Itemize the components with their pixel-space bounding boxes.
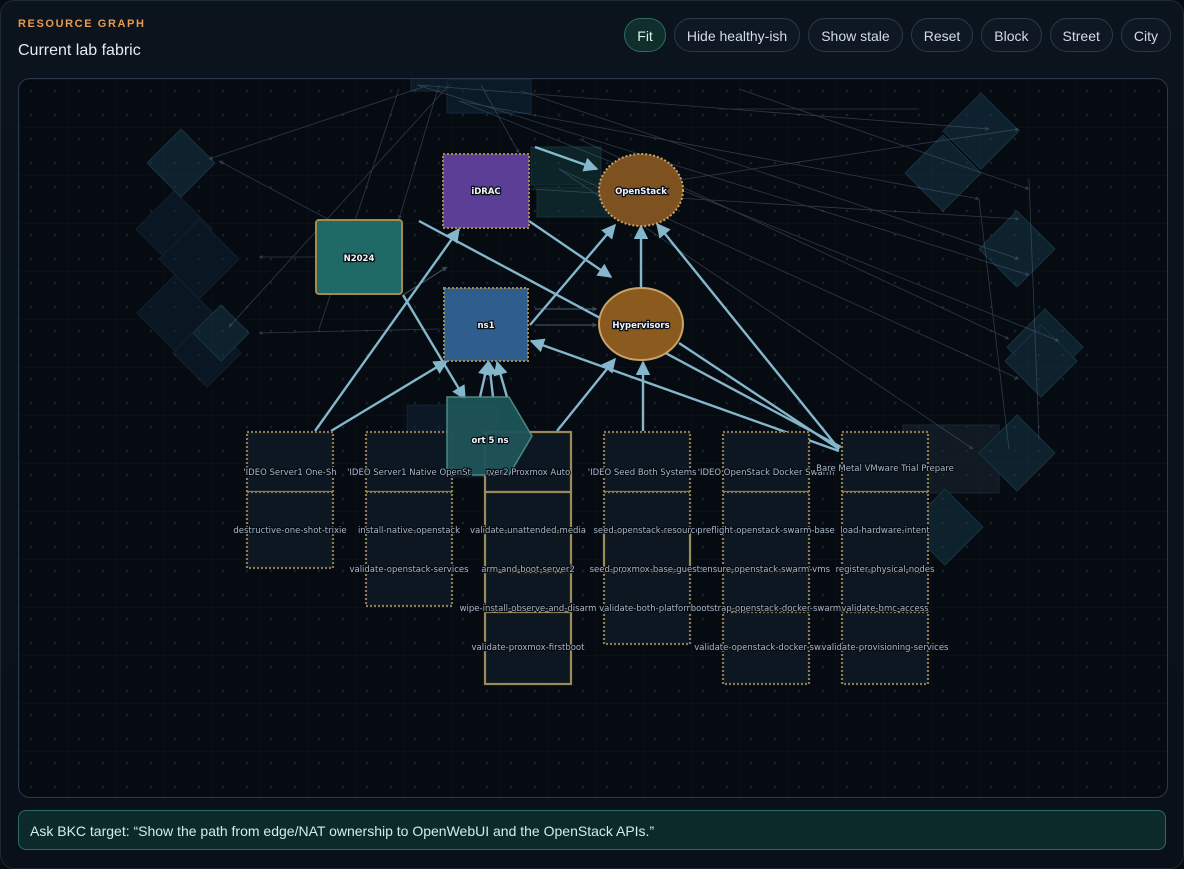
svg-text:'IDEO Seed Both Systems +: 'IDEO Seed Both Systems + (588, 468, 707, 478)
svg-text:Hypervisors: Hypervisors (612, 321, 669, 331)
svg-text:ns1: ns1 (477, 321, 494, 331)
svg-text:seed-proxmox-base-guests: seed-proxmox-base-guests (590, 565, 705, 575)
svg-text:load-hardware-intent: load-hardware-intent (840, 526, 930, 536)
page-title: Current lab fabric (18, 42, 141, 59)
svg-text:preflight-openstack-swarm-base: preflight-openstack-swarm-base (697, 526, 834, 536)
street-zoom-button[interactable]: Street (1049, 18, 1113, 52)
svg-text:destructive-one-shot-trixie: destructive-one-shot-trixie (233, 526, 346, 536)
svg-text:rver2 Proxmox Auto: rver2 Proxmox Auto (486, 468, 570, 478)
svg-text:register-physical-nodes: register-physical-nodes (836, 565, 935, 575)
resource-graph-panel: RESOURCE GRAPH Current lab fabric Fit Hi… (0, 0, 1184, 869)
workflow-box[interactable] (364, 430, 454, 494)
section-eyebrow: RESOURCE GRAPH (18, 18, 146, 30)
workflow-box[interactable] (721, 430, 811, 494)
svg-text:validate-provisioning-services: validate-provisioning-services (822, 643, 950, 653)
n2024-node[interactable]: N2024 (315, 219, 403, 295)
block-zoom-button[interactable]: Block (981, 18, 1042, 52)
svg-text:ensure-openstack-swarm-vms: ensure-openstack-swarm-vms (702, 565, 830, 575)
workflow-box[interactable] (602, 430, 692, 494)
svg-text:ort 5 ns: ort 5 ns (471, 436, 508, 446)
svg-text:'IDEO OpenStack Docker Swarm: 'IDEO OpenStack Docker Swarm (698, 468, 835, 478)
svg-text:N2024: N2024 (344, 254, 375, 264)
graph-svg[interactable]: iDRAC OpenStack N2024 ns1 Hypervisors or… (19, 79, 1167, 797)
fit-button[interactable]: Fit (624, 18, 666, 52)
svg-text:validate-openstack-docker-swar: validate-openstack-docker-swarm (694, 643, 838, 653)
svg-text:arm-and-boot-server2: arm-and-boot-server2 (481, 565, 574, 575)
svg-text:validate-openstack-services: validate-openstack-services (349, 565, 469, 575)
svg-text:wipe-install-observe-and-disar: wipe-install-observe-and-disarm (460, 604, 597, 614)
hide-healthy-button[interactable]: Hide healthy-ish (673, 18, 801, 52)
workflow-box[interactable] (840, 430, 930, 494)
city-zoom-button[interactable]: City (1120, 18, 1171, 52)
svg-text:seed-openstack-resource: seed-openstack-resource (593, 526, 700, 536)
svg-text:validate-both-platform: validate-both-platform (599, 604, 695, 614)
svg-text:validate-unattended-media: validate-unattended-media (470, 526, 586, 536)
idrac-node[interactable]: iDRAC (442, 153, 530, 229)
ns1-node[interactable]: ns1 (443, 287, 529, 362)
show-stale-button[interactable]: Show stale (808, 18, 903, 52)
svg-text:OpenStack: OpenStack (615, 187, 667, 197)
reset-button[interactable]: Reset (910, 18, 974, 52)
svg-text:'IDEO Server1 Native OpenSt: 'IDEO Server1 Native OpenSt (347, 468, 471, 478)
svg-text:validate-proxmox-firstboot: validate-proxmox-firstboot (472, 643, 586, 653)
svg-text:bootstrap-openstack-docker-swa: bootstrap-openstack-docker-swarm (691, 604, 841, 614)
svg-text:validate-bmc-access: validate-bmc-access (841, 604, 929, 614)
openstack-node[interactable]: OpenStack (598, 153, 684, 227)
svg-text:'IDEO Server1 One-Sh: 'IDEO Server1 One-Sh (243, 468, 336, 478)
svg-text:iDRAC: iDRAC (471, 187, 500, 197)
graph-canvas[interactable]: iDRAC OpenStack N2024 ns1 Hypervisors or… (18, 78, 1168, 798)
graph-toolbar: Fit Hide healthy-ish Show stale Reset Bl… (624, 18, 1171, 52)
workflow-box[interactable] (245, 430, 335, 494)
task-labels: destructive-one-shot-trixie install-nati… (232, 525, 950, 654)
ask-bkc-prompt[interactable]: Ask BKC target: “Show the path from edge… (18, 810, 1166, 850)
hypervisors-node[interactable]: Hypervisors (598, 287, 684, 361)
svg-text:install-native-openstack: install-native-openstack (358, 526, 460, 536)
svg-text:Bare Metal VMware Trial Prepar: Bare Metal VMware Trial Prepare (816, 464, 954, 474)
